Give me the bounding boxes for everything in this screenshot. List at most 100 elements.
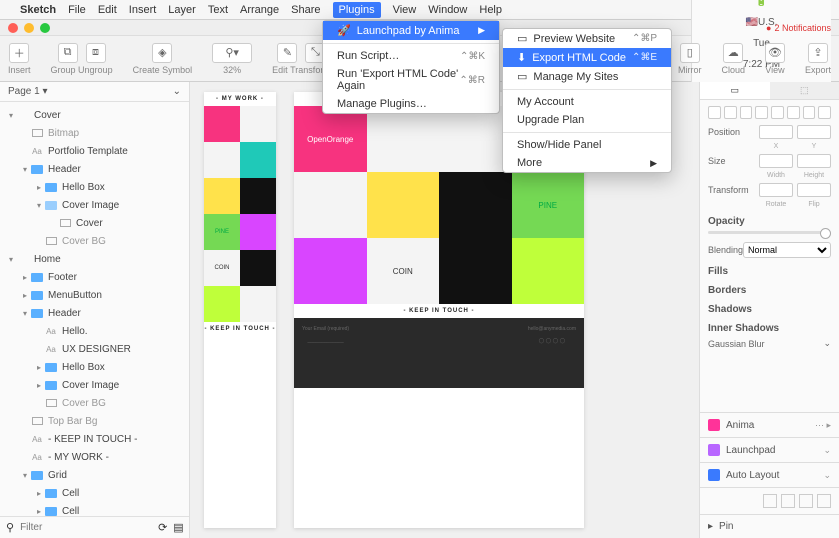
inspector-tab-design[interactable]: ▭ — [700, 82, 770, 99]
layer-row[interactable]: Aa- MY WORK - — [0, 448, 189, 466]
distribute-h[interactable] — [803, 106, 816, 119]
artboard-small[interactable]: - MY WORK - PINECOIN - KEEP IN TOUCH - — [204, 92, 276, 528]
menu-help[interactable]: Help — [479, 4, 502, 16]
layer-row[interactable]: AaPortfolio Template — [0, 142, 189, 160]
zoom-window-button[interactable] — [40, 23, 50, 33]
notifications-badge[interactable]: 2 Notifications — [766, 23, 831, 33]
collapse-icon[interactable]: ⌄ — [173, 86, 181, 97]
toolbar-group-label: Group — [51, 65, 76, 75]
submenu-item[interactable]: My Account — [503, 93, 671, 111]
layer-row[interactable]: ▾Cover — [0, 106, 189, 124]
y-label: Y — [797, 143, 831, 150]
menu-share[interactable]: Share — [291, 4, 320, 16]
opacity-slider[interactable] — [708, 231, 831, 234]
layer-row[interactable]: AaUX DESIGNER — [0, 340, 189, 358]
submenu-item[interactable]: ▭Preview Website⌃⌘P — [503, 29, 671, 48]
align-left[interactable] — [708, 106, 721, 119]
launchpad-label: Launchpad — [726, 445, 776, 456]
battery-icon[interactable]: 🔋 — [755, 0, 767, 7]
app-menu[interactable]: Sketch — [20, 4, 56, 16]
menu-window[interactable]: Window — [428, 4, 467, 16]
layer-row[interactable]: ▸Hello Box — [0, 358, 189, 376]
close-window-button[interactable] — [8, 23, 18, 33]
layer-row[interactable]: ▸Footer — [0, 268, 189, 286]
layer-row[interactable]: Top Bar Bg — [0, 412, 189, 430]
group-icon[interactable]: ⧉ — [58, 43, 78, 63]
page-selector[interactable]: Page 1 ▾ ⌄ — [0, 82, 189, 102]
distribute-v[interactable] — [818, 106, 831, 119]
toolbar-create-symbol[interactable]: ◈Create Symbol — [133, 43, 193, 75]
filter-toggle-icon[interactable]: ▤ — [173, 521, 183, 534]
filter-settings-icon[interactable]: ⟳ — [158, 521, 167, 534]
menu-text[interactable]: Text — [208, 4, 228, 16]
al-btn-1[interactable] — [763, 494, 777, 508]
plugins-menu-launchpad[interactable]: 🚀Launchpad by Anima ▶ — [323, 21, 499, 40]
al-btn-4[interactable] — [817, 494, 831, 508]
plugins-menu-manage[interactable]: Manage Plugins… — [323, 95, 499, 113]
layer-row[interactable]: ▸Cover Image — [0, 376, 189, 394]
layer-row[interactable]: Aa- KEEP IN TOUCH - — [0, 430, 189, 448]
plugin-anima[interactable]: Anima⋯ ▸ — [700, 412, 839, 437]
toolbar-cloud[interactable]: ☁Cloud — [721, 43, 745, 75]
toolbar-zoom[interactable]: ⚲▾32% — [212, 43, 252, 75]
tile — [367, 172, 440, 238]
menu-file[interactable]: File — [68, 4, 86, 16]
layer-row[interactable]: AaHello. — [0, 322, 189, 340]
minimize-window-button[interactable] — [24, 23, 34, 33]
size-w[interactable] — [759, 154, 793, 168]
toolbar-mirror[interactable]: ▯Mirror — [678, 43, 702, 75]
submenu-item[interactable]: ▭Manage My Sites — [503, 67, 671, 86]
align-middle[interactable] — [771, 106, 784, 119]
menu-plugins[interactable]: Plugins — [333, 2, 381, 18]
layer-row[interactable]: ▸Cell — [0, 484, 189, 502]
submenu-item[interactable]: More▶ — [503, 154, 671, 172]
menu-edit[interactable]: Edit — [98, 4, 117, 16]
menu-layer[interactable]: Layer — [168, 4, 196, 16]
toolbar-export[interactable]: ⇪Export — [805, 43, 831, 75]
align-center-h[interactable] — [724, 106, 737, 119]
inspector-tab-prototype[interactable]: ⬚ — [770, 82, 839, 99]
flip[interactable] — [797, 183, 831, 197]
submenu-item[interactable]: ⬇Export HTML Code⌃⌘E — [503, 48, 671, 67]
edit-icon[interactable]: ✎ — [277, 43, 297, 63]
al-btn-2[interactable] — [781, 494, 795, 508]
layer-row[interactable]: ▾Cover Image — [0, 196, 189, 214]
position-y[interactable] — [797, 125, 831, 139]
plugin-launchpad[interactable]: Launchpad⌄ — [700, 437, 839, 462]
align-controls — [708, 106, 831, 119]
toolbar-view[interactable]: 👁View — [765, 43, 785, 75]
layer-row[interactable]: ▾Header — [0, 304, 189, 322]
size-h[interactable] — [797, 154, 831, 168]
al-btn-3[interactable] — [799, 494, 813, 508]
blur-chevron[interactable]: ⌄ — [823, 338, 831, 349]
position-x[interactable] — [759, 125, 793, 139]
plugin-autolayout[interactable]: Auto Layout⌄ — [700, 462, 839, 487]
toolbar-insert[interactable]: ＋Insert — [8, 43, 31, 75]
layer-row[interactable]: Bitmap — [0, 124, 189, 142]
align-top[interactable] — [755, 106, 768, 119]
layer-row[interactable]: ▾Header — [0, 160, 189, 178]
align-right[interactable] — [740, 106, 753, 119]
layer-row[interactable]: Cover BG — [0, 232, 189, 250]
filter-input[interactable] — [20, 522, 152, 533]
layer-row[interactable]: ▾Grid — [0, 466, 189, 484]
layer-row[interactable]: Cover — [0, 214, 189, 232]
rotate[interactable] — [759, 183, 793, 197]
layer-row[interactable]: ▾Home — [0, 250, 189, 268]
menu-arrange[interactable]: Arrange — [240, 4, 279, 16]
align-bottom[interactable] — [787, 106, 800, 119]
layer-row[interactable]: ▸Cell — [0, 502, 189, 516]
plugin-pin[interactable]: ▸Pin — [700, 514, 839, 538]
menu-view[interactable]: View — [393, 4, 417, 16]
plugins-menu-runagain[interactable]: Run 'Export HTML Code' Again⌃⌘R — [323, 65, 499, 95]
submenu-item[interactable]: Upgrade Plan — [503, 111, 671, 129]
menu-insert[interactable]: Insert — [129, 4, 157, 16]
ungroup-icon[interactable]: ⧈ — [86, 43, 106, 63]
layer-row[interactable]: Cover BG — [0, 394, 189, 412]
submenu-item[interactable]: Show/Hide Panel — [503, 136, 671, 154]
inspector-panel: ▭ ⬚ Position XY Size WidthHeight Transfo… — [699, 82, 839, 538]
layer-row[interactable]: ▸MenuButton — [0, 286, 189, 304]
blending-select[interactable]: Normal — [743, 242, 831, 258]
layer-row[interactable]: ▸Hello Box — [0, 178, 189, 196]
plugins-menu-runscript[interactable]: Run Script…⌃⌘K — [323, 47, 499, 65]
